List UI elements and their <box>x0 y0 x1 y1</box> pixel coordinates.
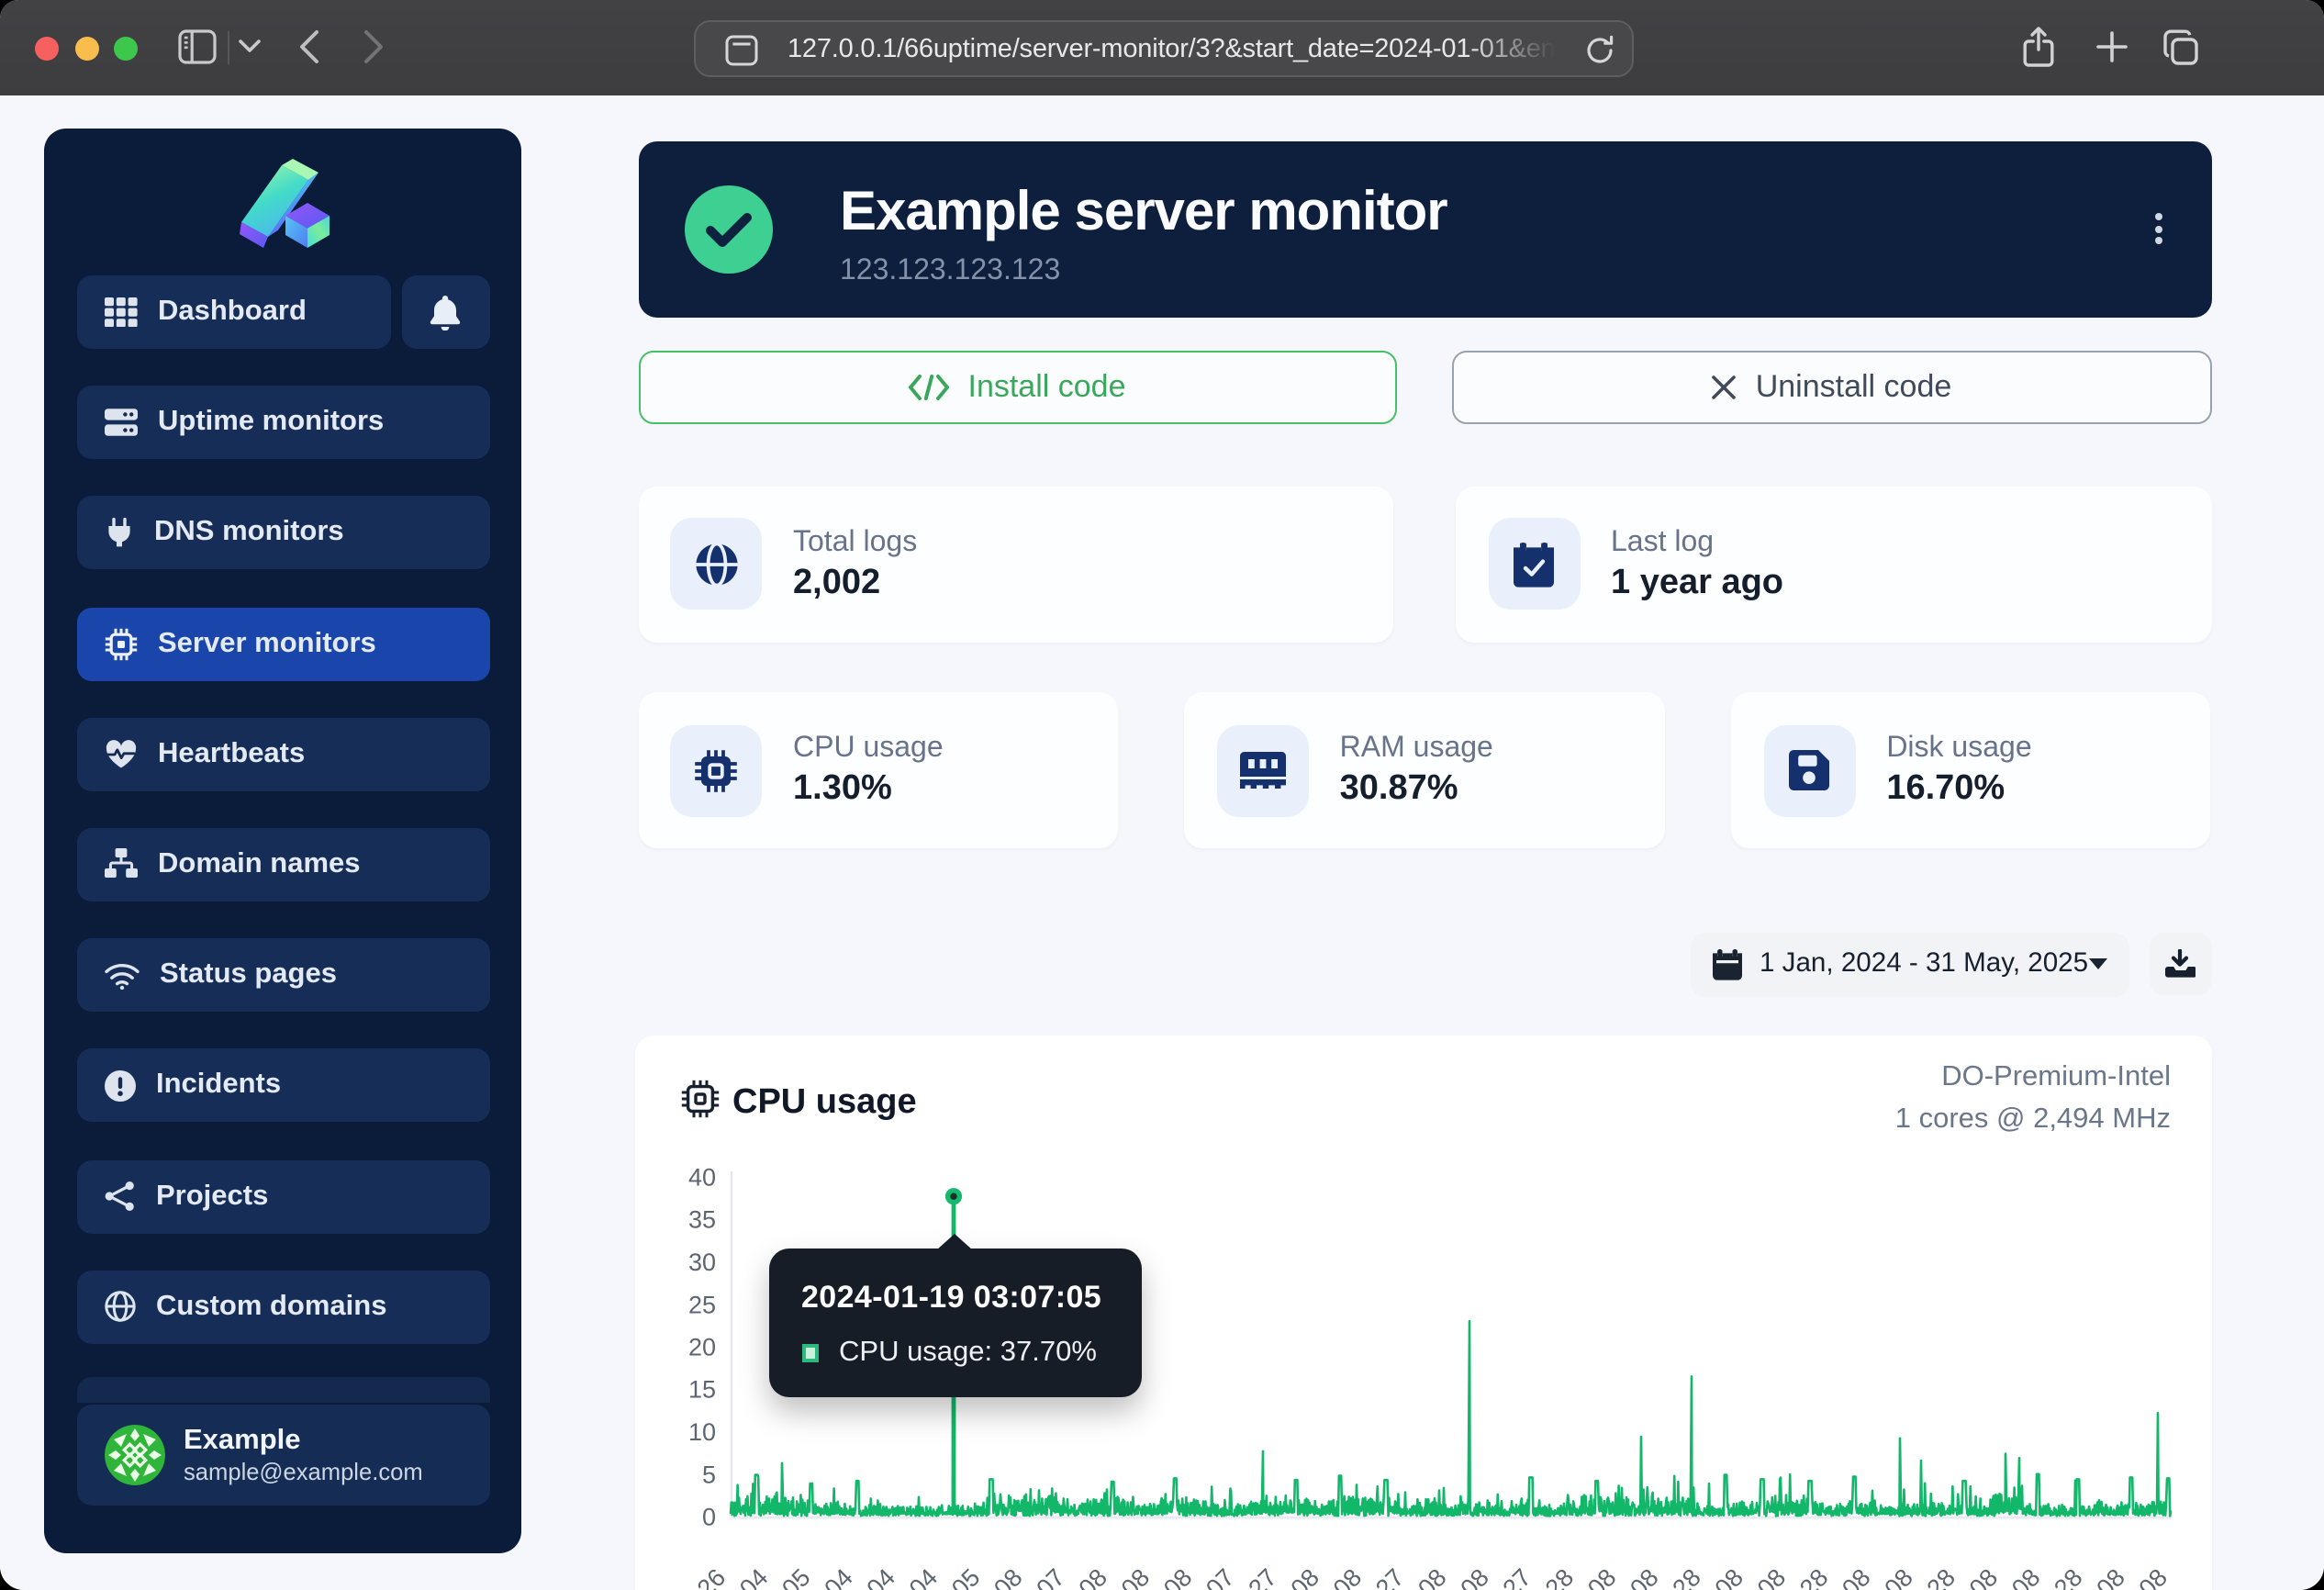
svg-text:08: 08 <box>1752 1563 1791 1590</box>
svg-text:08: 08 <box>2006 1563 2045 1590</box>
svg-text:5: 5 <box>702 1461 716 1488</box>
svg-text:07: 07 <box>1201 1563 1239 1590</box>
svg-text:08: 08 <box>1837 1563 1875 1590</box>
svg-text:08: 08 <box>1116 1563 1155 1590</box>
svg-text:08: 08 <box>1286 1563 1324 1590</box>
svg-text:08: 08 <box>1964 1563 2003 1590</box>
svg-text:05: 05 <box>946 1563 985 1590</box>
svg-text:07: 07 <box>1031 1563 1069 1590</box>
svg-text:35: 35 <box>688 1206 716 1234</box>
svg-text:08: 08 <box>1879 1563 1917 1590</box>
svg-text:10: 10 <box>688 1418 716 1446</box>
svg-text:26: 26 <box>692 1563 731 1590</box>
svg-text:08: 08 <box>1625 1563 1663 1590</box>
svg-text:08: 08 <box>989 1563 1027 1590</box>
svg-text:28: 28 <box>1667 1563 1705 1590</box>
svg-text:0: 0 <box>702 1503 716 1530</box>
svg-text:08: 08 <box>1074 1563 1112 1590</box>
svg-text:27: 27 <box>1243 1563 1281 1590</box>
svg-text:25: 25 <box>688 1291 716 1318</box>
svg-text:04: 04 <box>862 1563 900 1590</box>
svg-text:28: 28 <box>2049 1563 2087 1590</box>
svg-text:05: 05 <box>777 1563 815 1590</box>
svg-text:30: 30 <box>688 1248 716 1276</box>
svg-text:08: 08 <box>1582 1563 1621 1590</box>
svg-text:08: 08 <box>1328 1563 1367 1590</box>
svg-text:04: 04 <box>819 1563 857 1590</box>
svg-text:08: 08 <box>1710 1563 1749 1590</box>
svg-text:20: 20 <box>688 1333 716 1360</box>
svg-text:27: 27 <box>1498 1563 1536 1590</box>
svg-text:08: 08 <box>2134 1563 2173 1590</box>
svg-text:28: 28 <box>1922 1563 1961 1590</box>
svg-text:08: 08 <box>1158 1563 1197 1590</box>
svg-text:40: 40 <box>688 1163 716 1191</box>
svg-text:04: 04 <box>904 1563 943 1590</box>
svg-text:27: 27 <box>1370 1563 1409 1590</box>
svg-text:15: 15 <box>688 1376 716 1404</box>
svg-text:28: 28 <box>1794 1563 1833 1590</box>
svg-text:08: 08 <box>2091 1563 2129 1590</box>
svg-text:08: 08 <box>1455 1563 1493 1590</box>
svg-text:04: 04 <box>734 1563 773 1590</box>
svg-text:28: 28 <box>1540 1563 1579 1590</box>
svg-text:08: 08 <box>1413 1563 1451 1590</box>
